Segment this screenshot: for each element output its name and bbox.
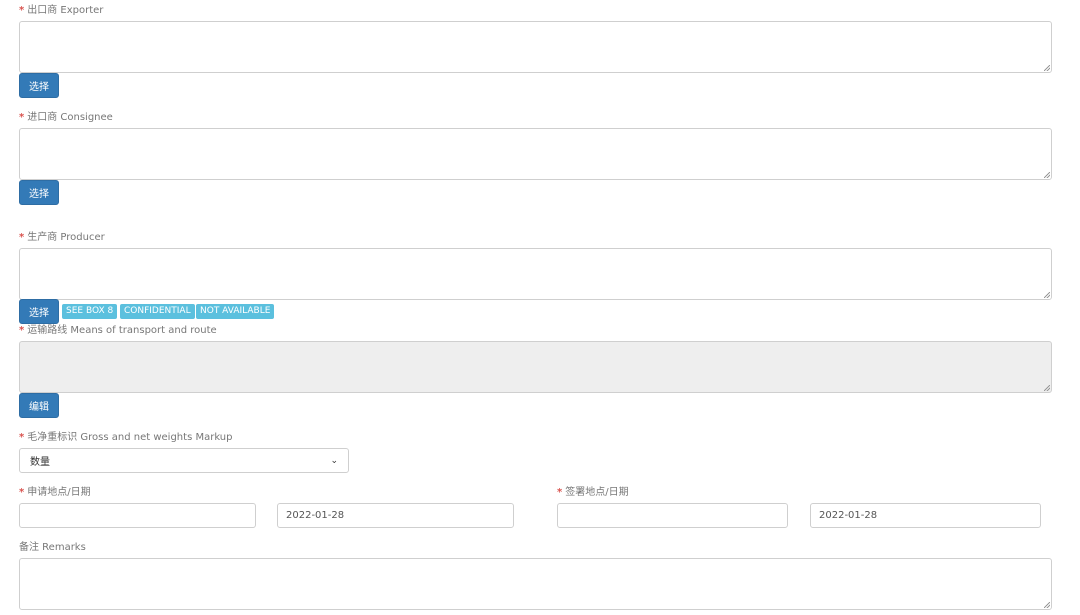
required-marker: *	[19, 112, 25, 123]
tag-not-available[interactable]: NOT AVAILABLE	[196, 304, 275, 319]
certificate-form: * 出口商 Exporter 选择 * 进口商 Consignee 选择 * 生产商 …	[0, 0, 1080, 615]
transport-label: * 运输路线 Means of transport and route	[19, 325, 217, 336]
consignee-label: * 进口商 Consignee	[19, 112, 113, 123]
required-marker: *	[19, 325, 25, 336]
resize-grip-icon[interactable]	[1044, 65, 1050, 71]
signing-place-input[interactable]	[557, 503, 788, 528]
weights-selected-value: 数量	[30, 457, 50, 468]
tag-see-box-8[interactable]: SEE BOX 8	[62, 304, 118, 319]
consignee-select-button[interactable]: 选择	[19, 180, 59, 205]
exporter-textarea[interactable]	[19, 21, 1052, 73]
remarks-textarea[interactable]	[19, 558, 1052, 610]
resize-grip-icon[interactable]	[1044, 292, 1050, 298]
tag-confidential[interactable]: CONFIDENTIAL	[120, 304, 195, 319]
producer-select-button[interactable]: 选择	[19, 299, 59, 324]
required-marker: *	[19, 232, 25, 243]
exporter-label: * 出口商 Exporter	[19, 5, 104, 16]
transport-textarea	[19, 341, 1052, 393]
application-place-input[interactable]	[19, 503, 256, 528]
required-marker: *	[19, 487, 25, 498]
resize-grip-icon[interactable]	[1044, 602, 1050, 608]
exporter-select-button[interactable]: 选择	[19, 73, 59, 98]
remarks-label: 备注 Remarks	[19, 542, 86, 553]
chevron-down-icon: ⌄	[330, 455, 338, 466]
signing-date-input[interactable]: 2022-01-28	[810, 503, 1041, 528]
required-marker: *	[19, 5, 25, 16]
required-marker: *	[557, 487, 563, 498]
application-date-input[interactable]: 2022-01-28	[277, 503, 514, 528]
resize-grip-icon[interactable]	[1044, 172, 1050, 178]
signing-label: * 签署地点/日期	[557, 487, 629, 498]
required-marker: *	[19, 432, 25, 443]
resize-grip-icon	[1044, 385, 1050, 391]
producer-label: * 生产商 Producer	[19, 232, 105, 243]
producer-textarea[interactable]	[19, 248, 1052, 300]
application-label: * 申请地点/日期	[19, 487, 91, 498]
weights-label: * 毛净重标识 Gross and net weights Markup	[19, 432, 233, 443]
consignee-textarea[interactable]	[19, 128, 1052, 180]
transport-edit-button[interactable]: 编辑	[19, 393, 59, 418]
weights-select[interactable]: 数量 ⌄	[19, 448, 349, 473]
